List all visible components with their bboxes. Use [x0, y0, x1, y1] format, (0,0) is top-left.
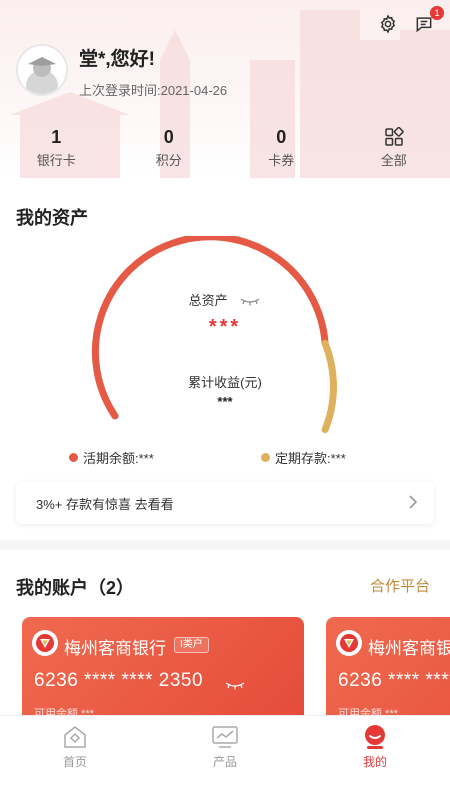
message-count-badge: 1 — [430, 6, 444, 20]
bank-name: 梅州客商银行 — [64, 639, 166, 658]
gear-icon — [380, 14, 396, 34]
tab-label: 我的 — [362, 755, 387, 769]
tab-products[interactable]: 产品 — [150, 716, 300, 800]
legend-current-deposit: 活期余额:*** — [69, 448, 154, 467]
stat-value: 0 — [276, 127, 287, 147]
stat-bank-cards[interactable]: 1 银行卡 — [0, 126, 113, 169]
stat-value: 1 — [51, 127, 62, 147]
current-deposit-text: 活期余额:*** — [83, 451, 154, 466]
fixed-deposit-text: 定期存款:*** — [275, 451, 346, 466]
tab-home[interactable]: 首页 — [0, 716, 150, 800]
stat-coupons[interactable]: 0 卡券 — [225, 126, 338, 169]
deposit-promo-banner[interactable]: 3%+ 存款有惊喜 去看看 — [16, 482, 434, 524]
eye-closed-icon[interactable] — [239, 294, 261, 309]
legend-dot-fixed — [261, 453, 270, 462]
accounts-title: 我的账户（2） — [16, 578, 135, 598]
grid-icon — [385, 127, 404, 146]
eye-closed-icon[interactable] — [224, 677, 246, 695]
card-balance: 可用余额 *** — [338, 708, 398, 715]
greeting-text: 堂*,您好! — [79, 49, 156, 70]
stat-label: 全部 — [380, 153, 407, 168]
user-avatar-icon — [18, 46, 66, 94]
income-label: 累计收益(元) — [188, 375, 262, 390]
assets-title: 我的资产 — [16, 208, 88, 228]
account-card[interactable]: 梅州客商银行 6236 **** **** 可用余额 *** — [326, 617, 450, 715]
card-number: 6236 **** **** — [338, 670, 450, 691]
stat-label: 银行卡 — [36, 153, 76, 168]
total-assets-value: *** — [208, 316, 242, 338]
stat-all[interactable]: 全部 — [338, 126, 450, 169]
partner-platform-link[interactable]: 合作平台 — [370, 575, 430, 596]
bank-logo-icon — [32, 630, 58, 656]
chart-icon — [210, 724, 240, 750]
legend-fixed-deposit: 定期存款:*** — [261, 448, 346, 467]
messages-button[interactable]: 1 — [412, 6, 444, 36]
card-balance: 可用余额 *** — [34, 708, 94, 715]
stat-label: 积分 — [155, 153, 182, 168]
last-login-time: 上次登录时间:2021-04-26 — [79, 83, 228, 98]
bottom-tab-bar: 首页 产品 我的 — [0, 715, 450, 800]
promo-text: 3%+ 存款有惊喜 去看看 — [36, 496, 174, 512]
card-number: 6236 **** **** 2350 — [34, 670, 204, 691]
stat-value: 0 — [163, 127, 174, 147]
total-assets-label: 总资产 — [188, 293, 228, 308]
profile-header: 1 堂*,您好! 上次登录时间:2021-04-26 1 银行卡 0 积分 0 … — [0, 0, 450, 178]
profile-icon — [360, 724, 390, 750]
tab-label: 产品 — [212, 755, 237, 769]
home-icon — [60, 724, 90, 750]
header-actions: 1 — [376, 6, 444, 36]
summary-stats: 1 银行卡 0 积分 0 卡券 全部 — [0, 126, 450, 169]
settings-button[interactable] — [376, 12, 400, 36]
chevron-right-icon — [408, 494, 418, 512]
bank-name: 梅州客商银行 — [368, 639, 450, 658]
account-card[interactable]: 梅州客商银行 I类户 6236 **** **** 2350 可用余额 *** — [22, 617, 304, 715]
accounts-section: 我的账户（2） 合作平台 梅州客商银行 I类户 6236 **** **** 2… — [0, 550, 450, 715]
legend-dot-current — [69, 453, 78, 462]
assets-section: 我的资产 总资产 *** 累计收益(元) *** 活期余额:*** 定期存款:*… — [0, 178, 450, 540]
bank-logo-icon — [336, 630, 362, 656]
tab-label: 首页 — [62, 755, 87, 769]
income-value: *** — [217, 394, 233, 409]
account-type-tag: I类户 — [174, 637, 209, 653]
avatar[interactable] — [16, 44, 68, 96]
stat-label: 卡券 — [268, 153, 295, 168]
stat-points[interactable]: 0 积分 — [113, 126, 226, 169]
tab-mine[interactable]: 我的 — [300, 716, 450, 800]
